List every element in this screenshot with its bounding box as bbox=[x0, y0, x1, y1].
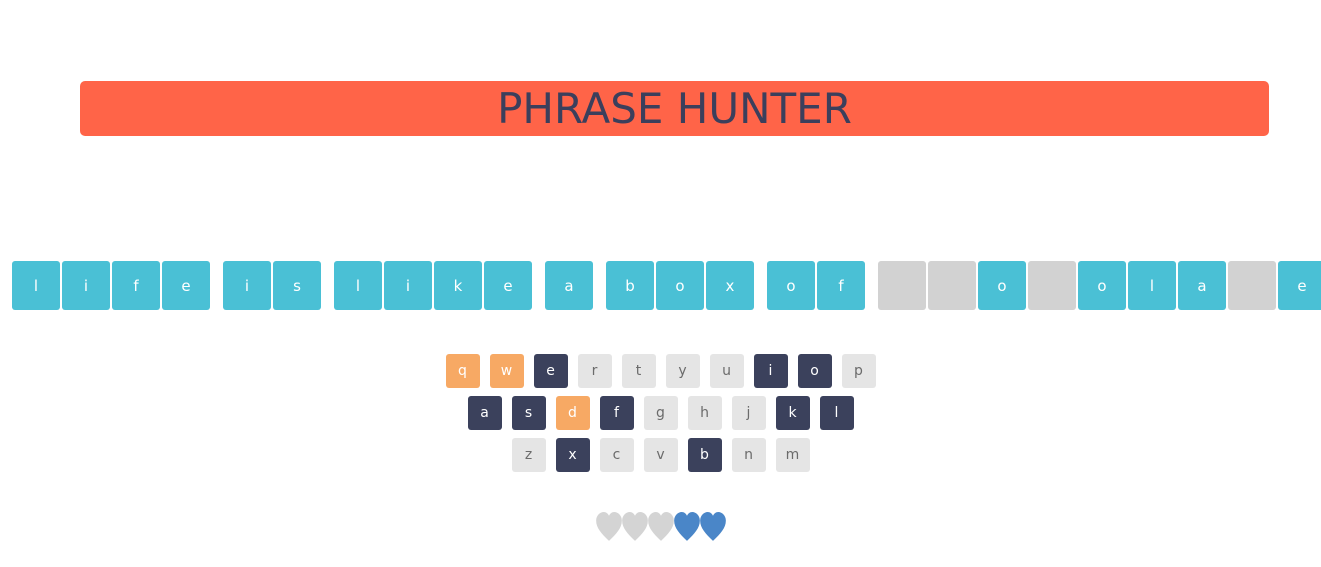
lives-display bbox=[0, 512, 1321, 542]
key-d[interactable]: d bbox=[555, 396, 590, 430]
phrase-letter-revealed: e bbox=[1278, 261, 1321, 310]
heart-icon-live bbox=[673, 512, 700, 541]
phrase-letter-revealed: l bbox=[12, 261, 60, 310]
phrase-space bbox=[212, 261, 223, 310]
key-y[interactable]: y bbox=[665, 354, 700, 388]
heart-icon-lost bbox=[595, 512, 622, 541]
phrase-letter-revealed: o bbox=[978, 261, 1026, 310]
phrase-letter-revealed: l bbox=[334, 261, 382, 310]
key-b[interactable]: b bbox=[687, 438, 722, 472]
phrase-letter-revealed: i bbox=[223, 261, 271, 310]
key-f[interactable]: f bbox=[599, 396, 634, 430]
title-banner: PHRASE HUNTER bbox=[80, 81, 1269, 136]
key-s[interactable]: s bbox=[511, 396, 546, 430]
phrase-letter-revealed: f bbox=[817, 261, 865, 310]
key-c[interactable]: c bbox=[599, 438, 634, 472]
key-j[interactable]: j bbox=[731, 396, 766, 430]
keyboard-row: qwertyuiop bbox=[0, 354, 1321, 388]
key-a[interactable]: a bbox=[467, 396, 502, 430]
phrase-letter-hidden bbox=[1028, 261, 1076, 310]
keyboard-row: asdfghjkl bbox=[0, 396, 1321, 430]
phrase-space bbox=[867, 261, 878, 310]
key-l[interactable]: l bbox=[819, 396, 854, 430]
key-q[interactable]: q bbox=[445, 354, 480, 388]
phrase-letter-revealed: a bbox=[545, 261, 593, 310]
phrase-space bbox=[323, 261, 334, 310]
key-m[interactable]: m bbox=[775, 438, 810, 472]
phrase-letter-revealed: i bbox=[384, 261, 432, 310]
key-k[interactable]: k bbox=[775, 396, 810, 430]
key-i[interactable]: i bbox=[753, 354, 788, 388]
phrase-letter-revealed: s bbox=[273, 261, 321, 310]
key-r[interactable]: r bbox=[577, 354, 612, 388]
phrase-letter-revealed: l bbox=[1128, 261, 1176, 310]
phrase-letter-revealed: a bbox=[1178, 261, 1226, 310]
key-g[interactable]: g bbox=[643, 396, 678, 430]
phrase-letter-revealed: f bbox=[112, 261, 160, 310]
phrase-letter-hidden bbox=[878, 261, 926, 310]
key-h[interactable]: h bbox=[687, 396, 722, 430]
heart-icon-lost bbox=[647, 512, 674, 541]
key-n[interactable]: n bbox=[731, 438, 766, 472]
onscreen-keyboard: qwertyuiop asdfghjkl zxcvbnm bbox=[0, 354, 1321, 480]
phrase-letter-revealed: b bbox=[606, 261, 654, 310]
key-e[interactable]: e bbox=[533, 354, 568, 388]
key-x[interactable]: x bbox=[555, 438, 590, 472]
key-u[interactable]: u bbox=[709, 354, 744, 388]
heart-icon-live bbox=[699, 512, 726, 541]
phrase-letter-hidden bbox=[928, 261, 976, 310]
phrase-space bbox=[534, 261, 545, 310]
key-v[interactable]: v bbox=[643, 438, 678, 472]
phrase-letter-revealed: e bbox=[484, 261, 532, 310]
key-w[interactable]: w bbox=[489, 354, 524, 388]
phrase-letter-revealed: o bbox=[656, 261, 704, 310]
phrase-board: lifeislikeaboxofoolae bbox=[12, 261, 1321, 310]
key-t[interactable]: t bbox=[621, 354, 656, 388]
phrase-letter-revealed: k bbox=[434, 261, 482, 310]
phrase-letter-revealed: i bbox=[62, 261, 110, 310]
phrase-letter-hidden bbox=[1228, 261, 1276, 310]
phrase-letter-revealed: x bbox=[706, 261, 754, 310]
phrase-space bbox=[595, 261, 606, 310]
phrase-letter-revealed: o bbox=[767, 261, 815, 310]
phrase-space bbox=[756, 261, 767, 310]
key-o[interactable]: o bbox=[797, 354, 832, 388]
keyboard-row: zxcvbnm bbox=[0, 438, 1321, 472]
key-p[interactable]: p bbox=[841, 354, 876, 388]
key-z[interactable]: z bbox=[511, 438, 546, 472]
phrase-letter-revealed: e bbox=[162, 261, 210, 310]
heart-icon-lost bbox=[621, 512, 648, 541]
page-title: PHRASE HUNTER bbox=[497, 84, 852, 133]
phrase-letter-revealed: o bbox=[1078, 261, 1126, 310]
